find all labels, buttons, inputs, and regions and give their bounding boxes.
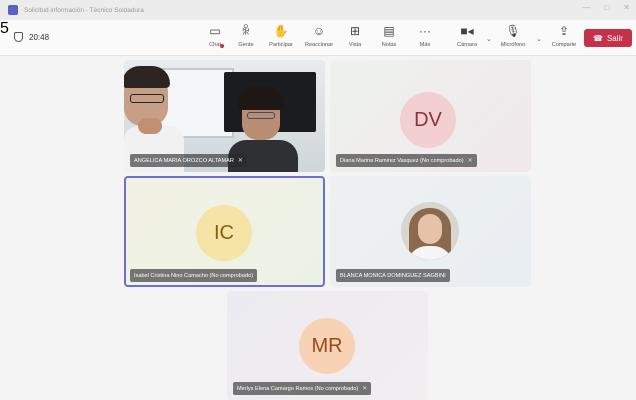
share-button[interactable]: ⇪ Comparte [547, 24, 581, 52]
mic-label: Micrófono [500, 42, 526, 48]
participant-tile[interactable]: DV Diana Marina Ramirez Vasquez (No comp… [330, 60, 531, 172]
participant-tile[interactable]: ANGELICA MARIA OROZCO ALTAMAR ✕ [124, 60, 325, 172]
camera-options-chevron-icon[interactable]: ⌄ [486, 35, 492, 43]
participant-name-label: BLANCA MONICA DOMINGUEZ SAGBINI [336, 269, 450, 282]
mic-off-icon: 🎙 [505, 24, 521, 38]
timer-text: 20:48 [29, 32, 50, 42]
maximize-icon[interactable]: □ [604, 3, 609, 12]
participant-name: Isabel Cristina Nino Camacho (No comprob… [134, 272, 254, 279]
phone-icon: ☎ [593, 33, 603, 43]
call-timer: 20:48 [14, 32, 49, 42]
participant-figure [130, 94, 164, 103]
leave-label: Salir [606, 33, 623, 43]
people-count: 5 [0, 20, 9, 37]
mic-off-icon: ✕ [237, 158, 243, 164]
more-icon: ··· [419, 24, 431, 38]
avatar-photo [418, 214, 442, 244]
notes-button[interactable]: ▤ Notas [372, 24, 406, 52]
window-title: Solicitud información - Técnico Soldadur… [24, 6, 144, 14]
leave-button[interactable]: ☎ Salir [584, 29, 632, 47]
view-label: Vista [348, 42, 362, 48]
video-stage: ANGELICA MARIA OROZCO ALTAMAR ✕ DV Diana… [0, 56, 636, 400]
participant-name: Merlys Elena Camargo Ramos (No comprobad… [237, 385, 359, 392]
camera-label: Cámara [457, 42, 477, 48]
share-icon: ⇪ [558, 24, 570, 38]
more-button[interactable]: ··· Más [408, 24, 442, 52]
grid-icon: ⊞ [349, 24, 361, 38]
mic-options-chevron-icon[interactable]: ⌄ [536, 35, 542, 43]
participant-figure [124, 66, 170, 88]
react-label: Reaccionar [304, 42, 334, 48]
participant-figure [247, 112, 275, 119]
participant-tile[interactable]: MR Merlys Elena Camargo Ramos (No compro… [227, 291, 428, 400]
notes-label: Notas [381, 42, 397, 48]
title-bar: Solicitud información - Técnico Soldadur… [0, 0, 636, 20]
window-controls: — □ ✕ [582, 3, 630, 12]
react-button[interactable]: ☺ Reaccionar [302, 24, 336, 52]
participant-name: Diana Marina Ramirez Vasquez (No comprob… [340, 157, 464, 164]
raise-hand-label: Participar [269, 42, 293, 48]
more-label: Más [419, 42, 431, 48]
meeting-toolbar: 20:48 ▭ Chat ꆜ Gente 5 ✋ Participar ☺ Re… [0, 20, 636, 56]
chat-button[interactable]: ▭ Chat [198, 24, 232, 52]
participant-name: BLANCA MONICA DOMINGUEZ SAGBINI [340, 272, 446, 279]
camera-button[interactable]: ■◂ Cámara [450, 24, 484, 52]
smile-icon: ☺ [312, 24, 326, 38]
avatar: MR [299, 318, 355, 374]
view-button[interactable]: ⊞ Vista [338, 24, 372, 52]
share-label: Comparte [551, 42, 577, 48]
people-label: Gente [238, 42, 254, 48]
people-icon: ꆜ [241, 24, 251, 38]
unread-dot [220, 44, 224, 48]
participant-figure [238, 86, 284, 110]
participant-tile[interactable]: IC Isabel Cristina Nino Camacho (No comp… [124, 176, 325, 287]
participant-name: ANGELICA MARIA OROZCO ALTAMAR [134, 157, 234, 164]
participant-name-label: Merlys Elena Camargo Ramos (No comprobad… [233, 382, 372, 395]
people-button[interactable]: ꆜ Gente [229, 24, 263, 52]
participant-name-label: Diana Marina Ramirez Vasquez (No comprob… [336, 154, 477, 167]
chat-icon: ▭ [209, 24, 221, 38]
shield-icon [14, 32, 23, 42]
participant-name-label: Isabel Cristina Nino Camacho (No comprob… [130, 269, 258, 282]
raise-hand-button[interactable]: ✋ Participar [264, 24, 298, 52]
participant-name-label: ANGELICA MARIA OROZCO ALTAMAR ✕ [130, 154, 247, 167]
hand-icon: ✋ [273, 24, 289, 38]
mic-button[interactable]: 🎙 Micrófono [496, 24, 530, 52]
teams-icon [8, 5, 18, 15]
mic-off-icon: ✕ [467, 158, 473, 164]
notes-icon: ▤ [383, 24, 395, 38]
camera-icon: ■◂ [460, 24, 474, 38]
participant-figure [138, 118, 162, 134]
mic-off-icon: ✕ [362, 386, 368, 392]
minimize-icon[interactable]: — [582, 3, 590, 12]
close-icon[interactable]: ✕ [623, 3, 630, 12]
avatar [401, 202, 459, 260]
avatar: IC [196, 205, 252, 261]
avatar: DV [400, 92, 456, 148]
